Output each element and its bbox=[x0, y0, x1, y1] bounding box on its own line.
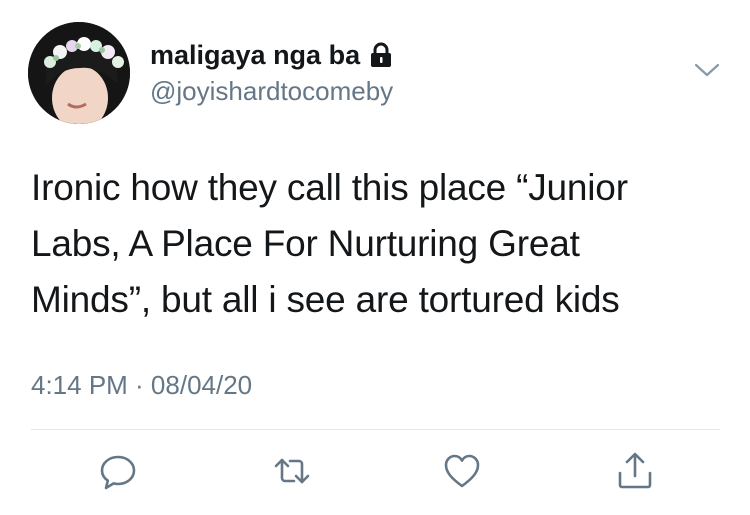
like-button[interactable] bbox=[442, 451, 482, 491]
share-button[interactable] bbox=[615, 451, 655, 491]
share-icon bbox=[618, 452, 652, 489]
chevron-down-icon[interactable] bbox=[694, 60, 720, 80]
lock-icon bbox=[371, 42, 392, 67]
reply-icon bbox=[100, 455, 136, 490]
tweet-text-line: Labs, A Place For Nurturing Great bbox=[31, 223, 580, 264]
retweet-icon bbox=[274, 458, 310, 484]
avatar[interactable] bbox=[28, 22, 130, 124]
author-name-row[interactable]: maligaya nga ba bbox=[150, 40, 392, 70]
tweet-text-line: Minds”, but all i see are tortured kids bbox=[31, 279, 620, 320]
author-handle[interactable]: @joyishardtocomeby bbox=[150, 76, 393, 106]
reply-button[interactable] bbox=[98, 451, 138, 491]
tweet-timestamp[interactable]: 4:14 PM · 08/04/20 bbox=[31, 370, 252, 400]
tweet-text: Ironic how they call this place “Junior … bbox=[31, 160, 721, 328]
display-name[interactable]: maligaya nga ba bbox=[150, 40, 360, 70]
tweet-text-line: Ironic how they call this place “Junior bbox=[31, 167, 628, 208]
divider bbox=[31, 429, 720, 430]
heart-icon bbox=[444, 454, 480, 488]
retweet-button[interactable] bbox=[272, 451, 312, 491]
